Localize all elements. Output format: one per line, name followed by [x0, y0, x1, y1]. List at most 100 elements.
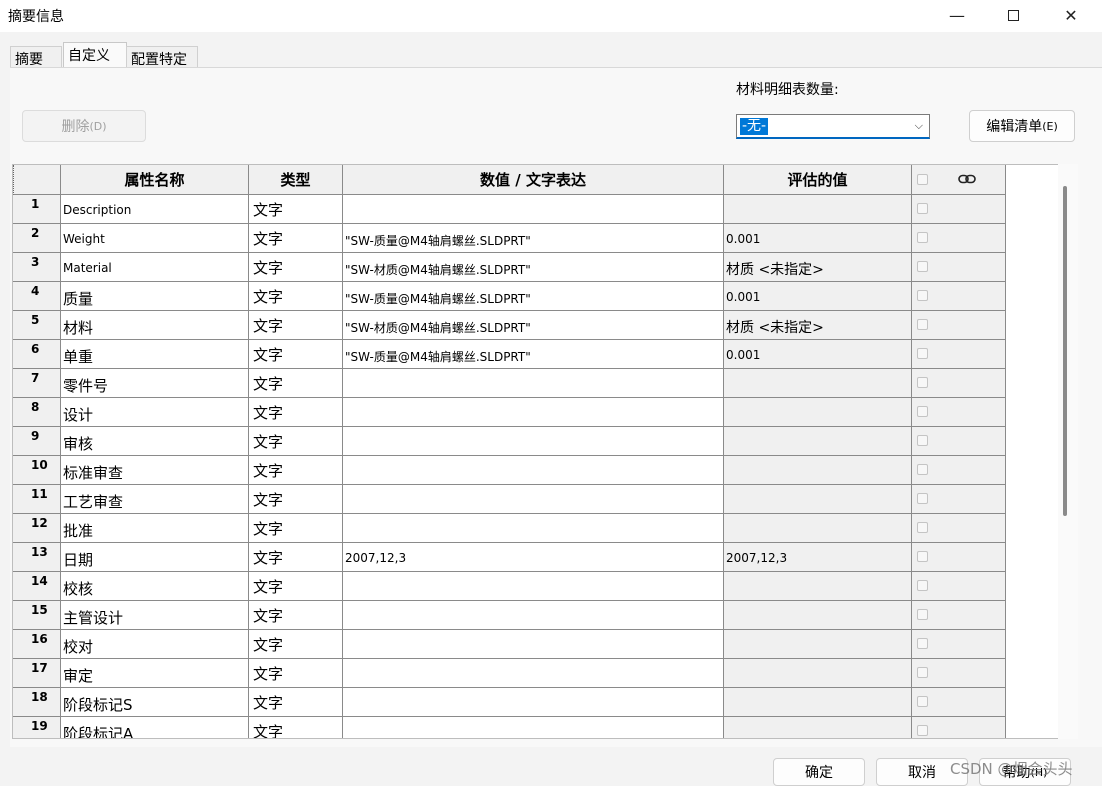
row-number[interactable]: 9 [13, 427, 61, 456]
value-expression-cell[interactable] [343, 572, 724, 601]
ok-button[interactable]: 确定 [773, 758, 865, 786]
row-number[interactable]: 11 [13, 485, 61, 514]
value-expression-cell[interactable]: "SW-质量@M4轴肩螺丝.SLDPRT" [343, 340, 724, 369]
property-name-cell[interactable]: 质量 [61, 282, 249, 311]
row-number[interactable]: 5 [13, 311, 61, 340]
row-number[interactable]: 3 [13, 253, 61, 282]
header-checkbox[interactable] [917, 174, 928, 185]
row-number[interactable]: 2 [13, 224, 61, 253]
type-cell[interactable]: 文字 [249, 659, 343, 688]
tab-summary[interactable]: 摘要 [10, 46, 62, 68]
link-checkbox[interactable] [917, 377, 928, 388]
type-cell[interactable]: 文字 [249, 398, 343, 427]
link-checkbox[interactable] [917, 696, 928, 707]
type-cell[interactable]: 文字 [249, 572, 343, 601]
value-expression-cell[interactable] [343, 195, 724, 224]
property-name-cell[interactable]: 阶段标记S [61, 688, 249, 717]
link-checkbox[interactable] [917, 232, 928, 243]
header-corner[interactable] [13, 165, 61, 195]
property-name-cell[interactable]: 审定 [61, 659, 249, 688]
value-expression-cell[interactable] [343, 630, 724, 659]
minimize-button[interactable]: — [934, 0, 980, 30]
property-name-cell[interactable]: 设计 [61, 398, 249, 427]
type-cell[interactable]: 文字 [249, 688, 343, 717]
link-checkbox[interactable] [917, 406, 928, 417]
value-expression-cell[interactable] [343, 456, 724, 485]
link-checkbox[interactable] [917, 638, 928, 649]
row-number[interactable]: 14 [13, 572, 61, 601]
link-checkbox[interactable] [917, 493, 928, 504]
property-name-cell[interactable]: 工艺审查 [61, 485, 249, 514]
type-cell[interactable]: 文字 [249, 369, 343, 398]
header-evaluated-value[interactable]: 评估的值 [724, 165, 912, 195]
row-number[interactable]: 17 [13, 659, 61, 688]
header-value-expression[interactable]: 数值 / 文字表达 [343, 165, 724, 195]
link-checkbox[interactable] [917, 348, 928, 359]
type-cell[interactable]: 文字 [249, 340, 343, 369]
link-checkbox[interactable] [917, 551, 928, 562]
property-name-cell[interactable]: 校对 [61, 630, 249, 659]
property-name-cell[interactable]: 阶段标记A [61, 717, 249, 738]
value-expression-cell[interactable]: "SW-材质@M4轴肩螺丝.SLDPRT" [343, 311, 724, 340]
link-checkbox[interactable] [917, 435, 928, 446]
bom-quantity-select[interactable]: -无- ⌵ [736, 114, 930, 139]
type-cell[interactable]: 文字 [249, 311, 343, 340]
value-expression-cell[interactable] [343, 688, 724, 717]
property-name-cell[interactable]: 审核 [61, 427, 249, 456]
header-property-name[interactable]: 属性名称 [61, 165, 249, 195]
property-name-cell[interactable]: 零件号 [61, 369, 249, 398]
property-name-cell[interactable]: 单重 [61, 340, 249, 369]
value-expression-cell[interactable] [343, 514, 724, 543]
row-number[interactable]: 10 [13, 456, 61, 485]
value-expression-cell[interactable] [343, 369, 724, 398]
value-expression-cell[interactable]: 2007,12,3 [343, 543, 724, 572]
property-name-cell[interactable]: Material [61, 253, 249, 282]
edit-list-button[interactable]: 编辑清单 (E) [969, 110, 1075, 142]
property-name-cell[interactable]: Description [61, 195, 249, 224]
scrollbar-thumb[interactable] [1063, 186, 1067, 516]
link-checkbox[interactable] [917, 319, 928, 330]
type-cell[interactable]: 文字 [249, 427, 343, 456]
value-expression-cell[interactable] [343, 717, 724, 738]
type-cell[interactable]: 文字 [249, 514, 343, 543]
link-checkbox[interactable] [917, 261, 928, 272]
property-name-cell[interactable]: 校核 [61, 572, 249, 601]
property-name-cell[interactable]: 材料 [61, 311, 249, 340]
type-cell[interactable]: 文字 [249, 456, 343, 485]
header-type[interactable]: 类型 [249, 165, 343, 195]
type-cell[interactable]: 文字 [249, 601, 343, 630]
value-expression-cell[interactable] [343, 398, 724, 427]
maximize-button[interactable] [990, 0, 1036, 30]
property-name-cell[interactable]: 日期 [61, 543, 249, 572]
link-checkbox[interactable] [917, 609, 928, 620]
tab-config-specific[interactable]: 配置特定 [126, 46, 198, 68]
link-checkbox[interactable] [917, 522, 928, 533]
property-name-cell[interactable]: 主管设计 [61, 601, 249, 630]
row-number[interactable]: 15 [13, 601, 61, 630]
type-cell[interactable]: 文字 [249, 717, 343, 738]
type-cell[interactable]: 文字 [249, 630, 343, 659]
row-number[interactable]: 19 [13, 717, 61, 738]
row-number[interactable]: 8 [13, 398, 61, 427]
header-link[interactable] [912, 165, 1006, 195]
value-expression-cell[interactable] [343, 427, 724, 456]
tab-custom[interactable]: 自定义 [63, 42, 127, 68]
value-expression-cell[interactable]: "SW-质量@M4轴肩螺丝.SLDPRT" [343, 282, 724, 311]
link-checkbox[interactable] [917, 290, 928, 301]
property-name-cell[interactable]: 批准 [61, 514, 249, 543]
value-expression-cell[interactable]: "SW-材质@M4轴肩螺丝.SLDPRT" [343, 253, 724, 282]
value-expression-cell[interactable]: "SW-质量@M4轴肩螺丝.SLDPRT" [343, 224, 724, 253]
value-expression-cell[interactable] [343, 601, 724, 630]
row-number[interactable]: 7 [13, 369, 61, 398]
value-expression-cell[interactable] [343, 485, 724, 514]
link-checkbox[interactable] [917, 725, 928, 736]
type-cell[interactable]: 文字 [249, 282, 343, 311]
row-number[interactable]: 13 [13, 543, 61, 572]
value-expression-cell[interactable] [343, 659, 724, 688]
type-cell[interactable]: 文字 [249, 253, 343, 282]
link-checkbox[interactable] [917, 580, 928, 591]
delete-button[interactable]: 删除 (D) [22, 110, 146, 142]
row-number[interactable]: 1 [13, 195, 61, 224]
link-checkbox[interactable] [917, 667, 928, 678]
type-cell[interactable]: 文字 [249, 543, 343, 572]
